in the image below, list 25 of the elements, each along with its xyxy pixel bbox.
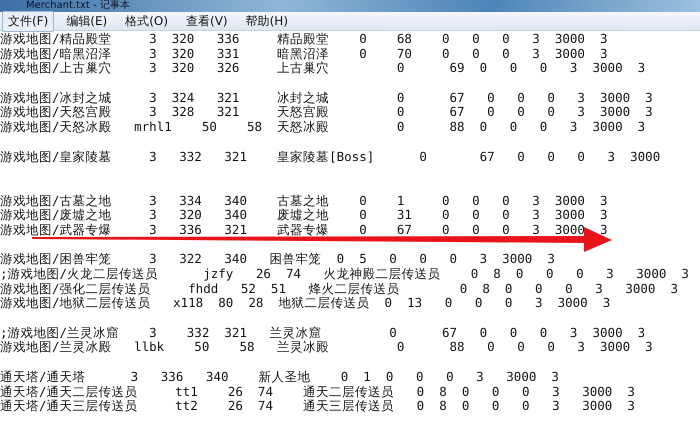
window-title: Merchant.txt - 记事本 <box>26 0 130 11</box>
text-line: ;游戏地图/火龙二层传送员 jzfy 26 74 火龙神殿二层传送员 0 8 0 0 0 3 3000 3 <box>0 267 689 282</box>
menu-item[interactable]: 查看(V) <box>180 10 234 32</box>
text-line: 游戏地图/兰灵冰殿 llbk 50 58 兰灵冰殿 0 88 0 0 0 3 3000 3 <box>0 340 653 356</box>
menu-item[interactable]: 格式(O) <box>119 10 174 32</box>
text-line: 通天塔/通天塔 3 336 340 新人圣地 0 1 0 0 0 3 3000 3 <box>0 370 559 384</box>
menu-item[interactable]: 帮助(H) <box>240 10 294 32</box>
text-line: 游戏地图/皇家陵墓 3 332 321 皇家陵墓[Boss] 0 67 0 0 0 3 3000 <box>0 150 660 164</box>
text-line: 游戏地图/天怒宫殿 3 328 321 天怒宫殿 0 67 0 0 0 3 3000 3 <box>0 105 653 120</box>
text-line: 游戏地图/暗黑沼泽 3 320 331 暗黑沼泽 0 70 0 0 0 3 3000 3 <box>0 46 608 62</box>
menu-item[interactable]: 编辑(E) <box>60 10 114 32</box>
text-line: 游戏地图/强化二层传送员 fhdd 52 51 烽火二层传送员 0 8 0 0 0 3 3000 3 <box>0 282 678 296</box>
text-line: 通天塔/通天三层传送员 tt2 26 74 通天三层传送员 0 8 0 0 0 3 3000 3 <box>0 399 635 414</box>
text-line: 通天塔/通天二层传送员 tt1 26 74 通天二层传送员 0 8 0 0 0 3 3000 3 <box>0 384 635 400</box>
text-line: 游戏地图/精品殿堂 3 320 336 精品殿堂 0 68 0 0 0 3 3000 3 <box>0 32 608 47</box>
text-line: 游戏地图/冰封之城 3 324 321 冰封之城 0 67 0 0 0 3 3000 3 <box>0 90 653 106</box>
text-line: ;游戏地图/兰灵冰窟 3 332 321 兰灵冰窟 0 67 0 0 0 3 3000 3 <box>0 326 646 340</box>
text-line: 游戏地图/困兽牢笼 3 322 340 困兽牢笼 0 5 0 0 0 3 3000 3 <box>0 252 555 267</box>
text-line: 游戏地图/天怒冰殿 mrhl1 50 58 天怒冰殿 0 88 0 0 0 3 3000 3 <box>0 120 646 135</box>
text-line: 游戏地图/武器专爆 3 336 321 武器专爆 0 67 0 0 0 3 3000 3 <box>0 222 608 238</box>
menu-item[interactable]: 文件(F) <box>2 10 54 32</box>
text-line: 游戏地图/废墟之地 3 320 340 废墟之地 0 31 0 0 0 3 3000 3 <box>0 208 608 223</box>
text-line: 游戏地图/地狱二层传送员 x118 80 28 地狱二层传送员 0 13 0 0 0 3 3000 3 <box>0 296 610 312</box>
text-line: 游戏地图/古墓之地 3 334 340 古墓之地 0 1 0 0 0 3 3000 3 <box>0 194 608 208</box>
text-line: 游戏地图/上古巢穴 3 320 326 上古巢穴 0 69 0 0 0 3 3000 3 <box>0 61 646 76</box>
